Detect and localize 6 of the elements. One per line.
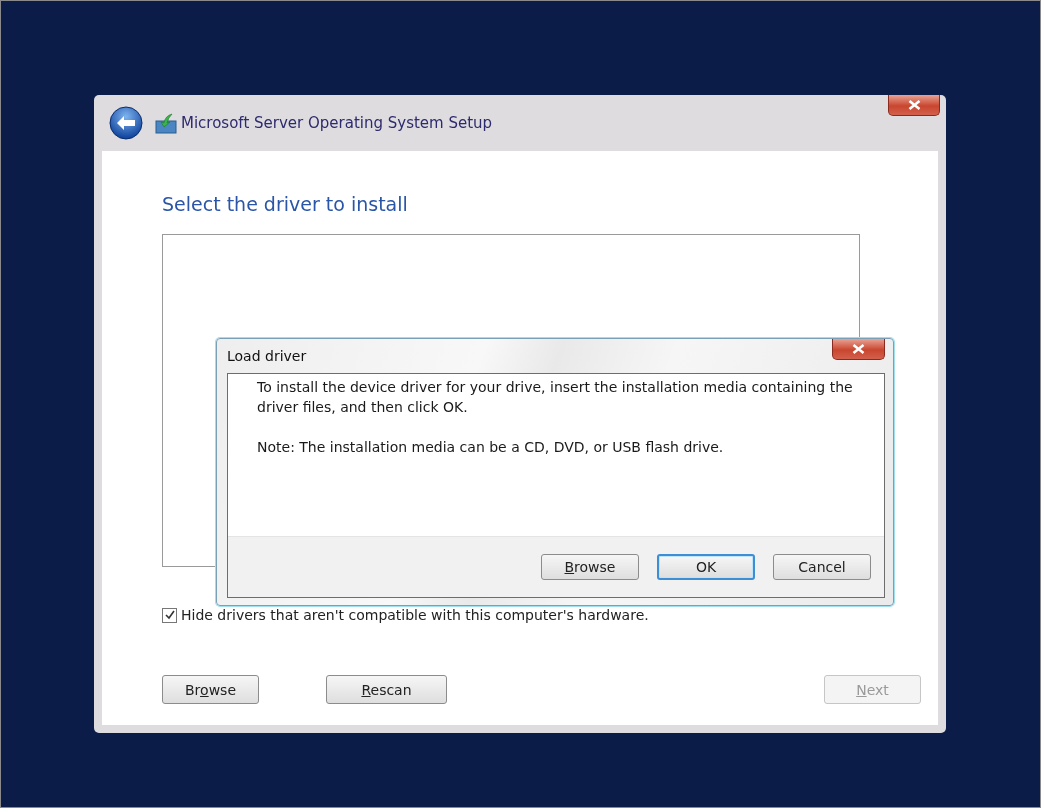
- window-title: Microsoft Server Operating System Setup: [181, 114, 493, 132]
- checkbox-label: Hide drivers that aren't compatible with this computer's hardware.: [181, 607, 649, 623]
- dialog-title: Load driver: [227, 348, 307, 364]
- dialog-message: Note: The installation media can be a CD, DVD, or USB flash drive.: [257, 438, 725, 457]
- page-heading: Select the driver to install: [162, 193, 409, 215]
- dialog-message: To install the device driver for your drive, insert the installation media containing the driver files, and then click OK.: [257, 378, 854, 417]
